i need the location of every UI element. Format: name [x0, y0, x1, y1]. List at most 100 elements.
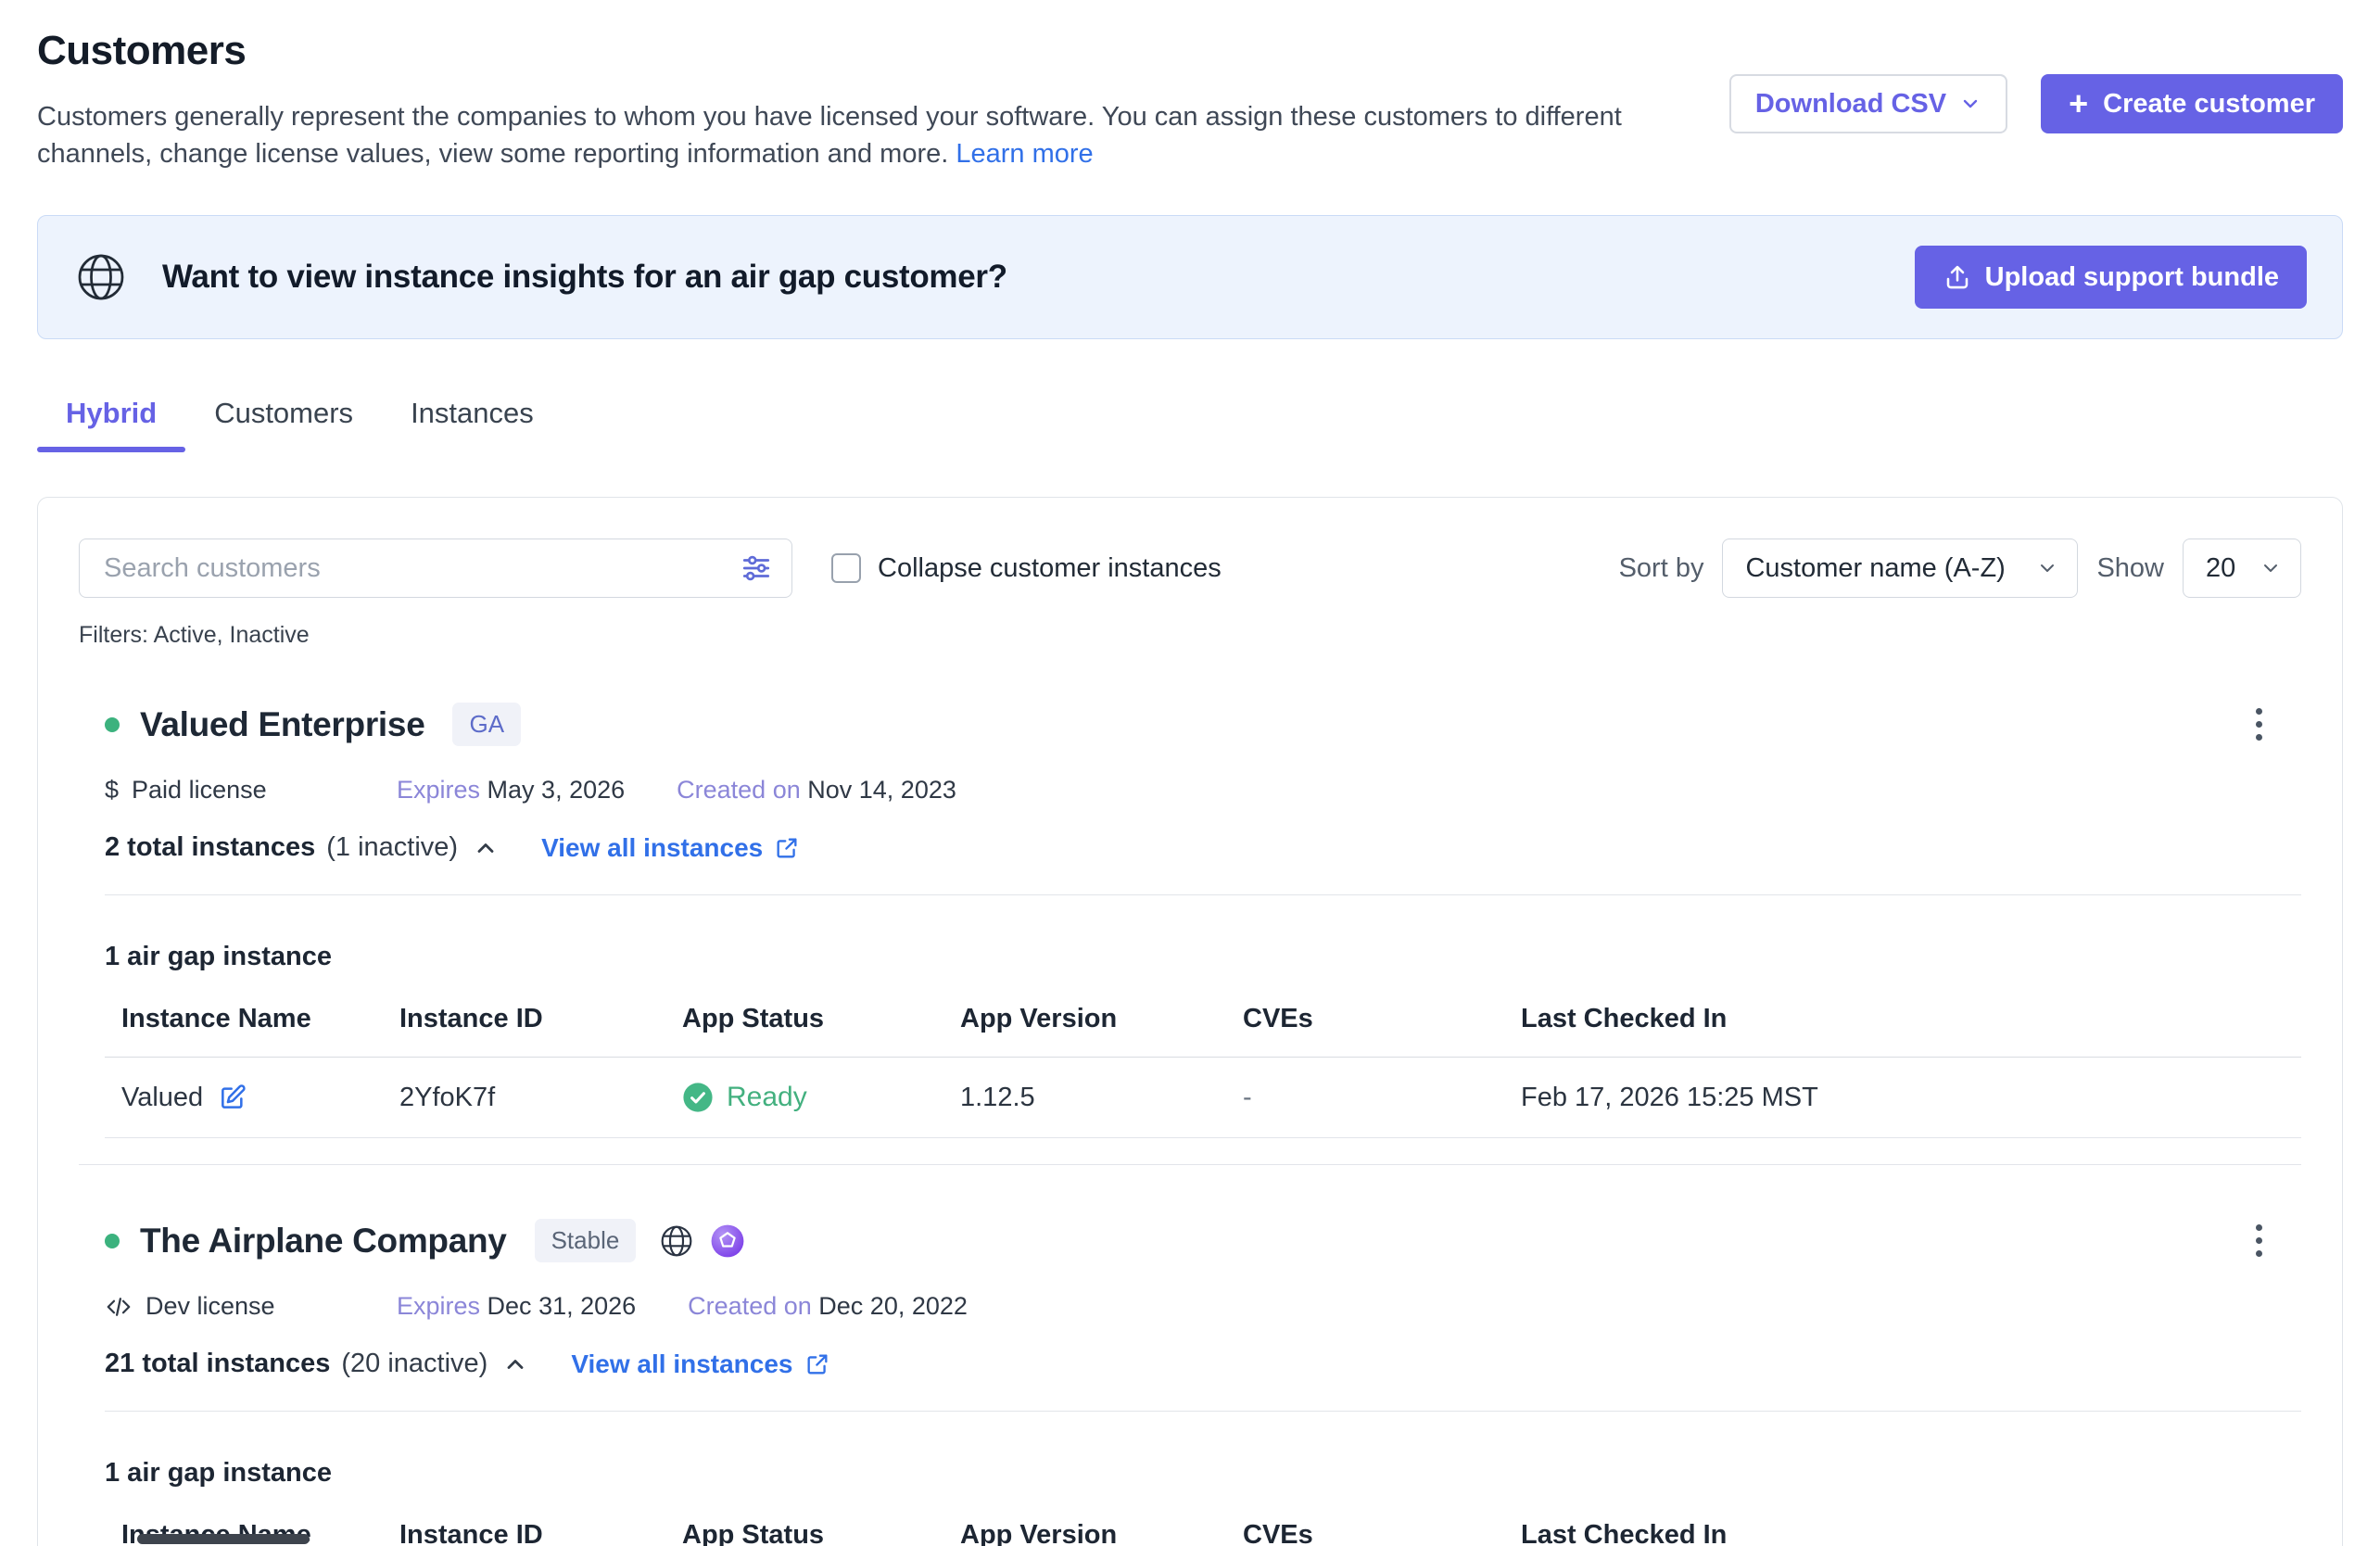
customer-header: The Airplane Company Stable — [105, 1217, 2301, 1264]
show-label: Show — [2096, 553, 2164, 584]
customer-header: Valued Enterprise GA — [105, 701, 2301, 748]
airgap-heading: 1 air gap instance — [105, 942, 2301, 972]
inactive-count: (20 inactive) — [341, 1349, 487, 1379]
kubernetes-app-icon — [710, 1223, 745, 1259]
dollar-icon: $ — [105, 776, 119, 805]
sort-by-label: Sort by — [1619, 553, 1704, 584]
search-input[interactable] — [79, 539, 792, 598]
active-status-dot — [105, 717, 120, 732]
chevron-down-icon — [2036, 557, 2058, 579]
instance-id-cell: 2YfoK7f — [399, 1083, 682, 1113]
divider — [105, 1411, 2301, 1412]
license-type: $ Paid license — [105, 776, 397, 805]
last-checked-in-cell: Feb 17, 2026 15:25 MST — [1521, 1083, 2301, 1113]
total-instances: 21 total instances — [105, 1349, 330, 1379]
license-row: Dev license Expires Dec 31, 2026 Created… — [105, 1292, 2301, 1321]
airgap-banner: Want to view instance insights for an ai… — [37, 215, 2343, 339]
col-last-checked-in: Last Checked In — [1521, 1004, 2301, 1034]
col-instance-id: Instance ID — [399, 1520, 682, 1546]
instances-table: Instance Name Instance ID App Status App… — [105, 1004, 2301, 1138]
col-instance-name: Instance Name — [121, 1004, 399, 1034]
upload-support-bundle-button[interactable]: Upload support bundle — [1915, 246, 2307, 309]
collapse-chevron-up-icon[interactable] — [473, 835, 499, 861]
customer-valued-enterprise: Valued Enterprise GA $ Paid license Expi… — [79, 701, 2301, 1138]
code-icon — [105, 1293, 133, 1321]
customers-card: Collapse customer instances Sort by Cust… — [37, 497, 2343, 1546]
created-meta: Created on Nov 14, 2023 — [677, 776, 956, 805]
download-csv-button[interactable]: Download CSV — [1729, 74, 2007, 133]
tab-instances[interactable]: Instances — [382, 397, 563, 452]
col-app-version: App Version — [960, 1004, 1243, 1034]
col-app-version: App Version — [960, 1520, 1243, 1546]
license-row: $ Paid license Expires May 3, 2026 Creat… — [105, 776, 2301, 805]
tab-hybrid[interactable]: Hybrid — [37, 397, 185, 452]
tab-customers[interactable]: Customers — [185, 397, 382, 452]
page-header: Customers Customers generally represent … — [37, 28, 2343, 172]
install-type-icons — [658, 1223, 745, 1260]
customer-divider — [79, 1164, 2301, 1165]
collapse-chevron-up-icon[interactable] — [502, 1351, 528, 1377]
show-select[interactable]: 20 — [2183, 539, 2301, 598]
app-version-cell: 1.12.5 — [960, 1083, 1243, 1113]
col-app-status: App Status — [682, 1520, 960, 1546]
view-all-instances-link[interactable]: View all instances — [541, 833, 800, 863]
channel-badge: Stable — [535, 1219, 637, 1262]
edit-icon[interactable] — [218, 1083, 247, 1112]
kebab-menu-icon[interactable] — [2248, 1217, 2270, 1264]
header-actions: Download CSV + Create customer — [1729, 74, 2343, 133]
cves-cell: - — [1243, 1083, 1521, 1113]
instances-summary-row: 2 total instances (1 inactive) View all … — [105, 832, 2301, 863]
upload-icon — [1943, 262, 1972, 292]
view-all-instances-link[interactable]: View all instances — [571, 1350, 829, 1379]
inactive-count: (1 inactive) — [326, 832, 458, 863]
col-last-checked-in: Last Checked In — [1521, 1520, 2301, 1546]
instances-summary-row: 21 total instances (20 inactive) View al… — [105, 1349, 2301, 1379]
expires-meta: Expires May 3, 2026 — [397, 776, 625, 805]
create-customer-button[interactable]: + Create customer — [2041, 74, 2343, 133]
horizontal-scrollbar-thumb[interactable] — [137, 1534, 310, 1544]
banner-title: Want to view instance insights for an ai… — [162, 259, 1007, 296]
divider — [105, 894, 2301, 895]
filter-sliders-icon[interactable] — [741, 552, 772, 584]
table-row: Valued 2YfoK7f Ready 1. — [105, 1058, 2301, 1138]
learn-more-link[interactable]: Learn more — [956, 139, 1093, 169]
external-link-icon — [774, 835, 800, 861]
airgap-heading: 1 air gap instance — [105, 1458, 2301, 1489]
instances-table: Instance Name Instance ID App Status App… — [105, 1520, 2301, 1546]
customer-name[interactable]: Valued Enterprise — [140, 705, 424, 744]
kebab-menu-icon[interactable] — [2248, 701, 2270, 748]
customer-name[interactable]: The Airplane Company — [140, 1222, 507, 1261]
created-meta: Created on Dec 20, 2022 — [688, 1292, 968, 1321]
total-instances: 2 total instances — [105, 832, 315, 863]
page-description: Customers generally represent the compan… — [37, 98, 1696, 172]
active-filters-text: Filters: Active, Inactive — [79, 622, 2301, 649]
check-circle-icon — [682, 1082, 714, 1113]
globe-icon — [658, 1223, 695, 1260]
external-link-icon — [804, 1351, 830, 1377]
page-header-text: Customers Customers generally represent … — [37, 28, 1696, 172]
page-title: Customers — [37, 28, 1696, 74]
active-status-dot — [105, 1234, 120, 1248]
plus-icon: + — [2069, 87, 2088, 120]
instances-table-header: Instance Name Instance ID App Status App… — [105, 1520, 2301, 1546]
globe-icon — [73, 249, 129, 305]
customer-the-airplane-company: The Airplane Company Stable — [79, 1217, 2301, 1546]
search-wrap — [79, 539, 792, 598]
col-app-status: App Status — [682, 1004, 960, 1034]
col-instance-id: Instance ID — [399, 1004, 682, 1034]
chevron-down-icon — [2260, 557, 2282, 579]
col-cves: CVEs — [1243, 1520, 1521, 1546]
collapse-instances-checkbox[interactable] — [831, 553, 861, 583]
app-status-cell: Ready — [682, 1082, 960, 1113]
collapse-instances-label: Collapse customer instances — [878, 553, 1222, 584]
channel-badge: GA — [452, 703, 521, 746]
col-cves: CVEs — [1243, 1004, 1521, 1034]
collapse-instances-checkbox-group[interactable]: Collapse customer instances — [831, 553, 1222, 584]
tab-bar: Hybrid Customers Instances — [37, 397, 2343, 452]
toolbar: Collapse customer instances Sort by Cust… — [79, 539, 2301, 598]
instances-table-header: Instance Name Instance ID App Status App… — [105, 1004, 2301, 1058]
license-type: Dev license — [105, 1292, 397, 1321]
sort-select[interactable]: Customer name (A-Z) — [1722, 539, 2078, 598]
instance-name-cell: Valued — [121, 1083, 399, 1113]
chevron-down-icon — [1959, 93, 1981, 115]
